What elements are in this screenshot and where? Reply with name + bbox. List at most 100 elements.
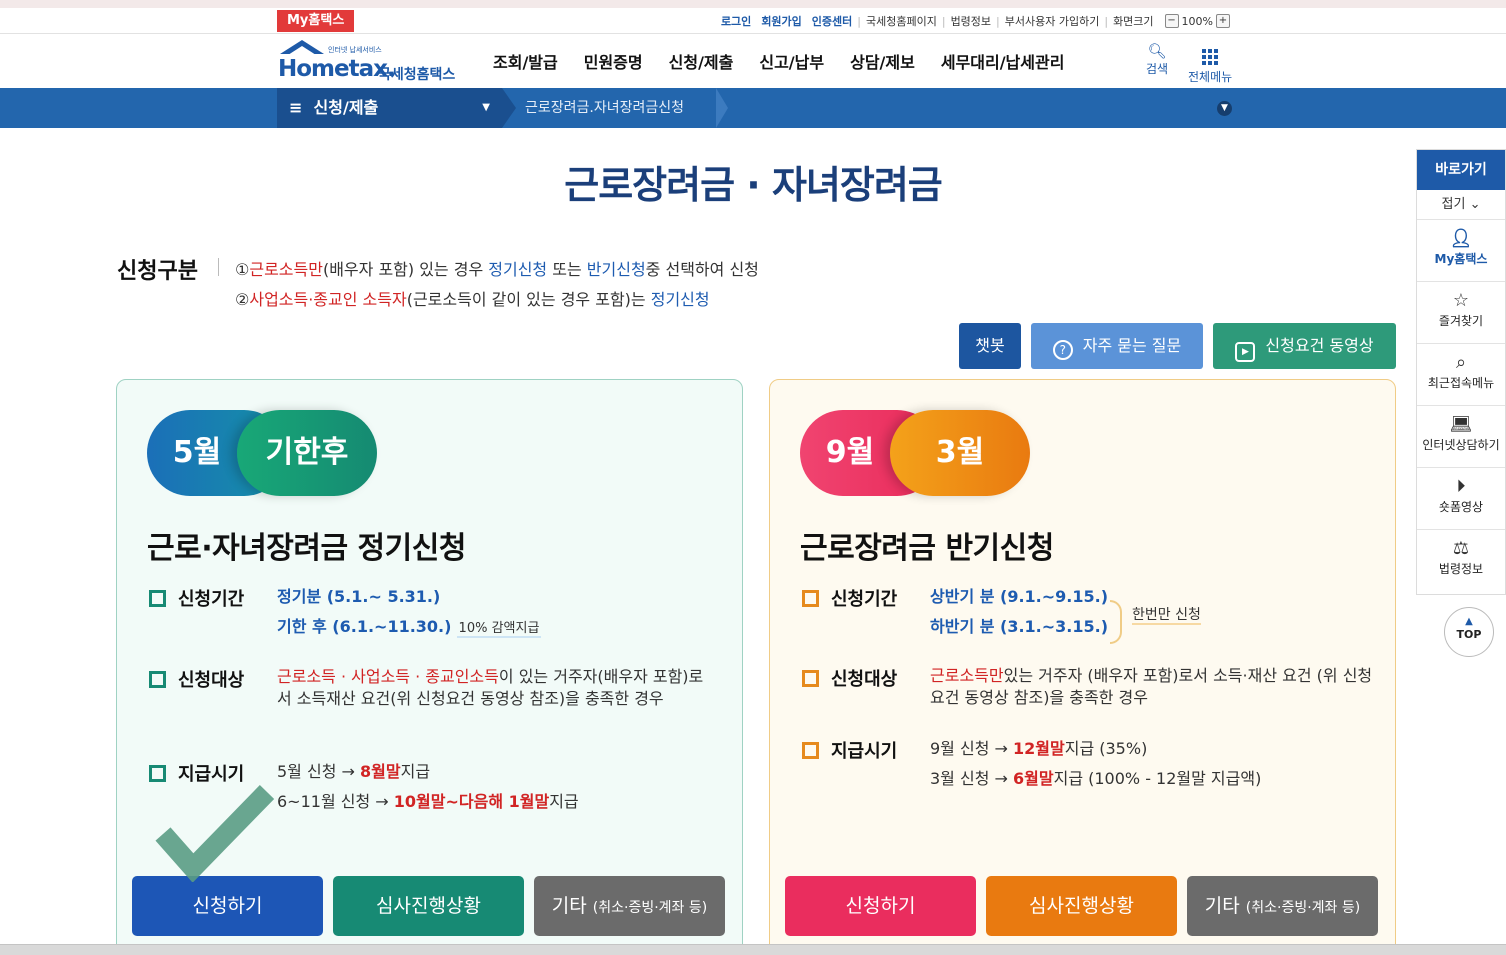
quick-menu: 바로가기 접기 ⌄ 👤︎ My홈택스 ☆ 즐겨찾기 ⌕ 최근접속메뉴 💻︎ 인터넷상담하… xyxy=(1416,149,1506,595)
menu-dropdown-label: 신청/제출 xyxy=(313,98,379,117)
brace-icon xyxy=(1110,600,1122,644)
square-bullet-icon xyxy=(802,742,819,759)
menu-dropdown[interactable]: ≡ 신청/제출 ▼ xyxy=(277,88,502,128)
dept-signup-link[interactable]: 부서사용자 가입하기 xyxy=(1000,13,1105,29)
payment-line-2: 3월 신청 → 6월말지급 (100% - 12월말 지급액) xyxy=(930,769,1262,788)
reduction-note: 10% 감액지급 xyxy=(456,621,542,638)
all-menu-label: 전체메뉴 xyxy=(1188,70,1233,84)
period-pill: 5월 기한후 xyxy=(147,410,377,496)
zoom-out-button[interactable]: − xyxy=(1164,14,1179,28)
target-text: 근로소득 · 사업소득 · 종교인소득이 있는 거주자(배우자 포함)로서 소득… xyxy=(277,667,704,708)
apply-type-line-2: ②사업소득·종교인 소득자(근로소득이 같이 있는 경우 포함)는 정기신청 xyxy=(235,290,710,309)
gnb-item-consult[interactable]: 상담/제보 xyxy=(837,49,928,73)
review-status-button[interactable]: 심사진행상황 xyxy=(333,876,524,936)
quick-item-shortform-video[interactable]: ⏵ 숏폼영상 xyxy=(1417,468,1505,530)
quick-menu-title: 바로가기 xyxy=(1417,150,1505,190)
quick-item-law-info[interactable]: ⚖ 법령정보 xyxy=(1417,530,1505,592)
play-icon: ▶ xyxy=(1235,342,1256,362)
half-year-apply-card: 9월 3월 근로장려금 반기신청 신청기간 상반기 분 (9.1.~9.15.)… xyxy=(769,379,1396,955)
video-label: 신청요건 동영상 xyxy=(1265,336,1374,355)
quick-item-online-consult[interactable]: 💻︎ 인터넷상담하기 xyxy=(1417,406,1505,468)
card-title: 근로·자녀장려금 정기신청 xyxy=(147,531,466,566)
scroll-top-button[interactable]: ▲ TOP xyxy=(1444,607,1494,657)
law-info-link[interactable]: 법령정보 xyxy=(946,13,996,29)
hamburger-icon: ≡ xyxy=(289,98,303,117)
search-icon: 🔍︎ xyxy=(1147,42,1167,60)
period-regular: 정기분 (5.1.~ 5.31.) xyxy=(277,587,441,606)
apply-type-label: 신청구분 xyxy=(117,259,198,284)
payment-label: 지급시기 xyxy=(802,737,897,763)
period-second-half: 하반기 분 (3.1.~3.15.) xyxy=(930,617,1109,636)
gnb-item-certificates[interactable]: 민원증명 xyxy=(571,49,656,73)
video-button[interactable]: ▶ 신청요건 동영상 xyxy=(1213,323,1396,369)
etc-button[interactable]: 기타 (취소·증빙·계좌 등) xyxy=(534,876,725,936)
gnb-item-apply[interactable]: 신청/제출 xyxy=(656,49,747,73)
payment-line-1: 9월 신청 → 12월말지급 (35%) xyxy=(930,739,1148,758)
search-label: 검색 xyxy=(1146,62,1169,76)
hometax-logo[interactable]: 인터넷 납세서비스 Hometax. 국세청홈택스 xyxy=(276,40,466,84)
quick-item-favorites[interactable]: ☆ 즐겨찾기 xyxy=(1417,282,1505,344)
my-hometax-tab[interactable]: My홈택스 xyxy=(277,10,355,32)
period-label: 신청기간 xyxy=(802,585,897,611)
chevron-down-icon[interactable]: ▼ xyxy=(1217,101,1232,116)
page-title: 근로장려금 · 자녀장려금 xyxy=(564,163,943,207)
user-icon: 👤︎ xyxy=(1449,228,1473,249)
utility-links: 로그인 회원가입 인증센터 | 국세청홈페이지 | 법령정보 | 부서사용자 가… xyxy=(716,10,1230,32)
taskbar xyxy=(0,944,1506,955)
apply-button[interactable]: 신청하기 xyxy=(785,876,976,936)
quick-item-my-hometax[interactable]: 👤︎ My홈택스 xyxy=(1417,220,1505,282)
caret-down-icon: ▼ xyxy=(482,102,490,113)
review-status-button[interactable]: 심사진행상황 xyxy=(986,876,1177,936)
zoom-control: − 100% + xyxy=(1164,14,1230,28)
zoom-value: 100% xyxy=(1181,14,1213,28)
pill-march: 3월 xyxy=(890,410,1030,496)
period-pill: 9월 3월 xyxy=(800,410,1030,496)
square-bullet-icon xyxy=(149,765,166,782)
arrow-up-icon: ▲ xyxy=(1465,616,1473,627)
laptop-icon: 💻︎ xyxy=(1449,414,1473,435)
divider xyxy=(218,258,219,276)
gnb-item-inquiry[interactable]: 조회/발급 xyxy=(480,49,571,73)
period-label: 신청기간 xyxy=(149,585,244,611)
chevron-separator-icon xyxy=(716,88,728,128)
search-button[interactable]: 🔍︎ 검색 xyxy=(1146,42,1168,77)
all-menu-button[interactable]: 전체메뉴 xyxy=(1188,42,1232,85)
pill-late: 기한후 xyxy=(237,410,377,496)
play-icon: ⏵ xyxy=(1456,476,1466,497)
gnb-item-tax-agent[interactable]: 세무대리/납세관리 xyxy=(928,49,1078,73)
login-link[interactable]: 로그인 xyxy=(716,13,756,29)
square-bullet-icon xyxy=(802,590,819,607)
target-text: 근로소득만있는 거주자 (배우자 포함)로서 소득·재산 요건 (위 신청요건 … xyxy=(930,666,1373,707)
screen-size-label: 화면크기 xyxy=(1113,15,1154,28)
check-mark-icon xyxy=(155,785,275,882)
card-title: 근로장려금 반기신청 xyxy=(800,531,1054,566)
question-icon: ? xyxy=(1052,340,1073,360)
zoom-in-button[interactable]: + xyxy=(1216,14,1230,28)
grid-icon xyxy=(1202,49,1219,65)
breadcrumb[interactable]: 근로장려금.자녀장려금신청 xyxy=(525,88,684,128)
cert-center-link[interactable]: 인증센터 xyxy=(807,13,857,29)
gavel-icon: ⚖ xyxy=(1452,538,1470,559)
chevron-separator-icon xyxy=(502,88,516,128)
global-nav: 조회/발급 민원증명 신청/제출 신고/납부 상담/제보 세무대리/납세관리 xyxy=(480,34,1077,88)
target-label: 신청대상 xyxy=(149,666,244,692)
square-bullet-icon xyxy=(149,590,166,607)
once-note: 한번만 신청 xyxy=(1132,607,1201,625)
payment-line-1: 5월 신청 → 8월말지급 xyxy=(277,762,431,781)
logo-tagline: 인터넷 납세서비스 xyxy=(328,46,382,54)
header: 인터넷 납세서비스 Hometax. 국세청홈택스 조회/발급 민원증명 신청/… xyxy=(0,34,1506,88)
apply-button[interactable]: 신청하기 xyxy=(132,876,323,936)
signup-link[interactable]: 회원가입 xyxy=(756,13,806,29)
utility-bar: My홈택스 로그인 회원가입 인증센터 | 국세청홈페이지 | 법령정보 | 부… xyxy=(0,0,1506,34)
faq-button[interactable]: ? 자주 묻는 질문 xyxy=(1031,323,1203,369)
quick-menu-fold-button[interactable]: 접기 ⌄ xyxy=(1417,190,1505,220)
chatbot-button[interactable]: 챗봇 xyxy=(959,323,1021,369)
apply-type-line-1: ①근로소득만(배우자 포함) 있는 경우 정기신청 또는 반기신청중 선택하여 … xyxy=(235,260,759,279)
gnb-item-report-pay[interactable]: 신고/납부 xyxy=(746,49,837,73)
nts-homepage-link[interactable]: 국세청홈페이지 xyxy=(861,13,942,29)
square-bullet-icon xyxy=(149,671,166,688)
quick-item-recent[interactable]: ⌕ 최근접속메뉴 xyxy=(1417,344,1505,406)
faq-label: 자주 묻는 질문 xyxy=(1082,336,1182,355)
location-bar: ≡ 신청/제출 ▼ 근로장려금.자녀장려금신청 ▼ xyxy=(0,88,1506,128)
etc-button[interactable]: 기타 (취소·증빙·계좌 등) xyxy=(1187,876,1378,936)
